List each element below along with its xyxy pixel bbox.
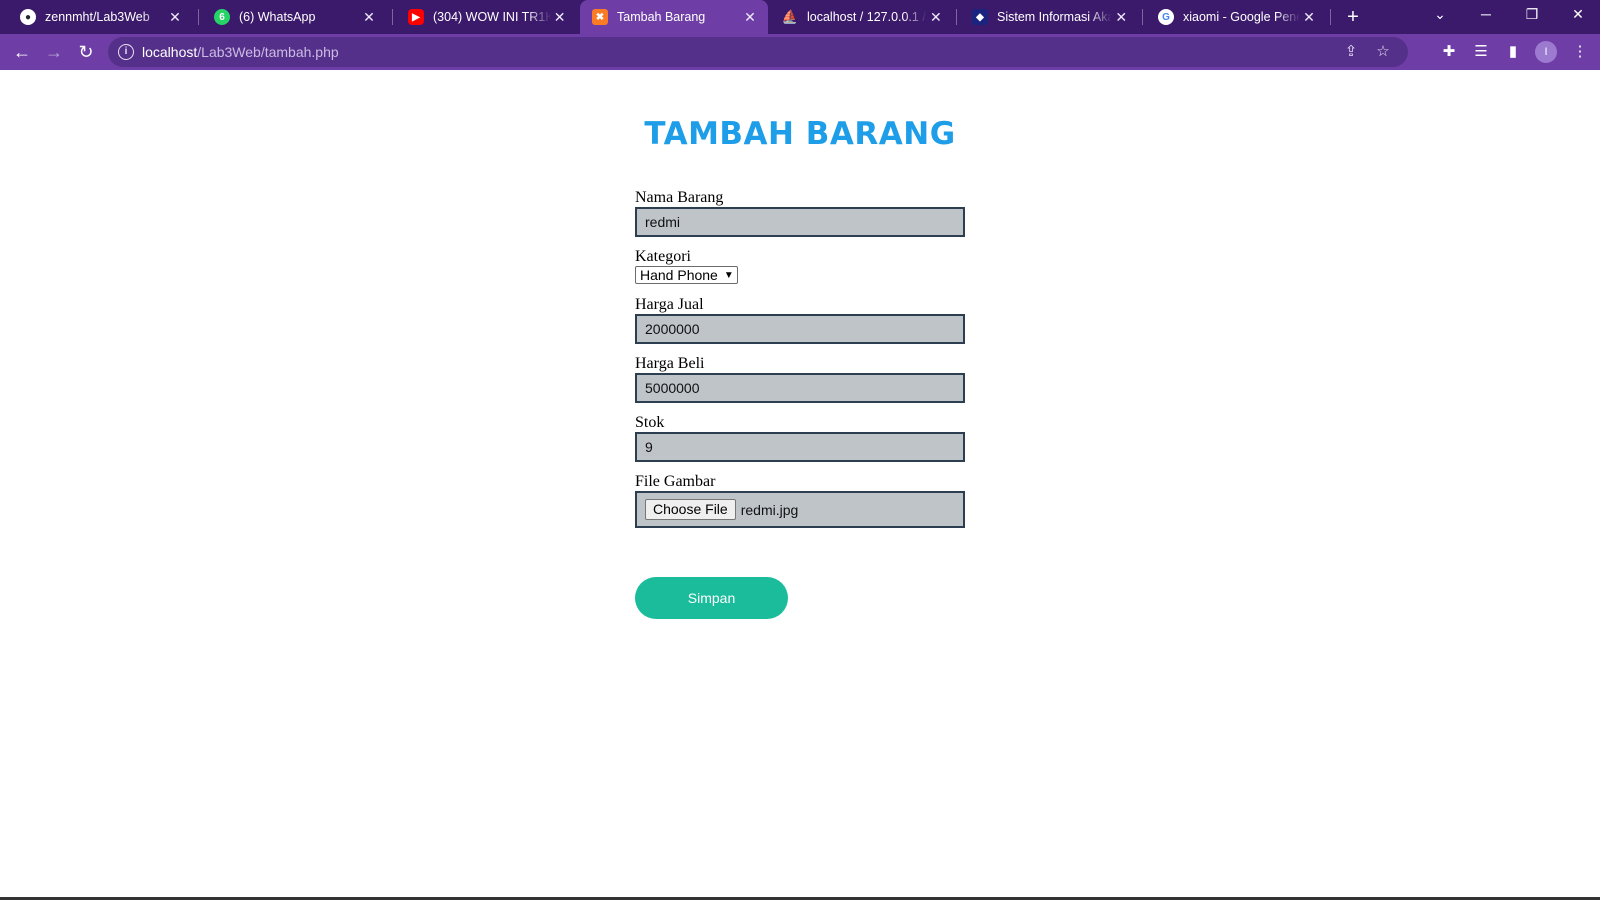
nama-barang-label: Nama Barang <box>635 189 724 206</box>
tab-tambah-barang[interactable]: ✖ Tambah Barang ✕ <box>580 0 768 34</box>
back-icon[interactable]: ← <box>8 38 36 66</box>
stok-input[interactable]: 9 <box>635 432 965 462</box>
tab-separator <box>956 9 957 25</box>
close-icon[interactable]: ✕ <box>1300 9 1318 26</box>
new-tab-button[interactable]: + <box>1340 4 1366 30</box>
tab-google[interactable]: G xiaomi - Google Penelu ✕ <box>1146 0 1326 34</box>
tab-whatsapp[interactable]: 6 (6) WhatsApp ✕ <box>202 0 387 34</box>
browser-toolbar: ← → ↻ i localhost/Lab3Web/tambah.php ⇪ ☆… <box>0 34 1600 70</box>
google-icon: G <box>1158 9 1174 25</box>
choose-file-button[interactable]: Choose File <box>645 499 736 520</box>
github-icon: ● <box>20 9 36 25</box>
site-info-icon[interactable]: i <box>118 44 134 60</box>
tab-phpmyadmin[interactable]: ⛵ localhost / 127.0.0.1 / la ✕ <box>770 0 953 34</box>
forward-icon[interactable]: → <box>40 38 68 66</box>
share-icon[interactable]: ⇪ <box>1340 41 1362 63</box>
xampp-icon: ✖ <box>592 9 608 25</box>
selected-file-name: redmi.jpg <box>740 501 799 518</box>
whatsapp-icon: 6 <box>214 9 230 25</box>
chevron-down-icon: ▼ <box>723 269 734 281</box>
url-text[interactable]: localhost/Lab3Web/tambah.php <box>142 44 339 60</box>
tab-separator <box>392 9 393 25</box>
url-host: localhost <box>142 44 198 60</box>
tab-title: Sistem Informasi Akade <box>997 10 1113 24</box>
address-bar[interactable]: i localhost/Lab3Web/tambah.php ⇪ ☆ <box>108 37 1408 67</box>
add-item-form: Nama Barang redmi Kategori Hand Phone ▼ … <box>635 188 975 538</box>
tab-title: (304) WOW INI TR1K TE <box>433 10 552 24</box>
url-path: /Lab3Web/tambah.php <box>197 44 339 60</box>
file-gambar-label: File Gambar <box>635 473 716 490</box>
minimize-icon[interactable]: ─ <box>1464 0 1508 30</box>
close-icon[interactable]: ✕ <box>359 9 379 26</box>
youtube-icon: ▶ <box>408 9 424 25</box>
tab-title: zennmht/Lab3Web <box>45 10 150 24</box>
stok-label: Stok <box>635 414 665 431</box>
window-close-icon[interactable]: ✕ <box>1556 0 1600 30</box>
tab-title: localhost / 127.0.0.1 / la <box>807 10 927 24</box>
harga-beli-label: Harga Beli <box>635 355 705 372</box>
profile-avatar[interactable]: I <box>1535 41 1557 63</box>
tab-search-chevron-icon[interactable]: ⌄ <box>1418 0 1462 30</box>
close-icon[interactable]: ✕ <box>165 9 185 26</box>
tab-title: xiaomi - Google Penelu <box>1183 10 1300 24</box>
close-icon[interactable]: ✕ <box>551 9 568 26</box>
close-icon[interactable]: ✕ <box>1112 9 1130 26</box>
reload-icon[interactable]: ↻ <box>72 38 100 66</box>
simpan-button[interactable]: Simpan <box>635 577 788 619</box>
close-icon[interactable]: ✕ <box>740 9 760 26</box>
bookmark-star-icon[interactable]: ☆ <box>1372 41 1394 63</box>
close-icon[interactable]: ✕ <box>927 9 945 26</box>
restore-icon[interactable]: ❐ <box>1510 0 1554 30</box>
menu-kebab-icon[interactable]: ⋮ <box>1568 40 1592 64</box>
phpmyadmin-icon: ⛵ <box>781 9 799 24</box>
tab-separator <box>1142 9 1143 25</box>
nama-barang-input[interactable]: redmi <box>635 207 965 237</box>
kategori-label: Kategori <box>635 248 691 265</box>
tab-github[interactable]: ● zennmht/Lab3Web ✕ <box>8 0 193 34</box>
tab-siakad[interactable]: ◆ Sistem Informasi Akade ✕ <box>960 0 1138 34</box>
tab-separator <box>198 9 199 25</box>
extensions-icon[interactable]: ✚ <box>1437 40 1461 64</box>
page-title: TAMBAH BARANG <box>644 116 956 152</box>
file-gambar-input[interactable]: Choose File redmi.jpg <box>635 491 965 528</box>
tab-title: (6) WhatsApp <box>239 10 316 24</box>
reading-list-icon[interactable]: ☰ <box>1469 40 1493 64</box>
tab-separator <box>1330 9 1331 25</box>
university-icon: ◆ <box>972 9 988 25</box>
side-panel-icon[interactable]: ▮ <box>1501 40 1525 64</box>
tab-youtube[interactable]: ▶ (304) WOW INI TR1K TE ✕ <box>396 0 576 34</box>
kategori-select[interactable]: Hand Phone ▼ <box>635 266 738 284</box>
harga-jual-input[interactable]: 2000000 <box>635 314 965 344</box>
tab-strip: ● zennmht/Lab3Web ✕ 6 (6) WhatsApp ✕ ▶ (… <box>0 0 1600 34</box>
tab-title: Tambah Barang <box>617 10 706 24</box>
harga-jual-label: Harga Jual <box>635 296 704 313</box>
harga-beli-input[interactable]: 5000000 <box>635 373 965 403</box>
kategori-selected-value: Hand Phone <box>640 267 718 283</box>
